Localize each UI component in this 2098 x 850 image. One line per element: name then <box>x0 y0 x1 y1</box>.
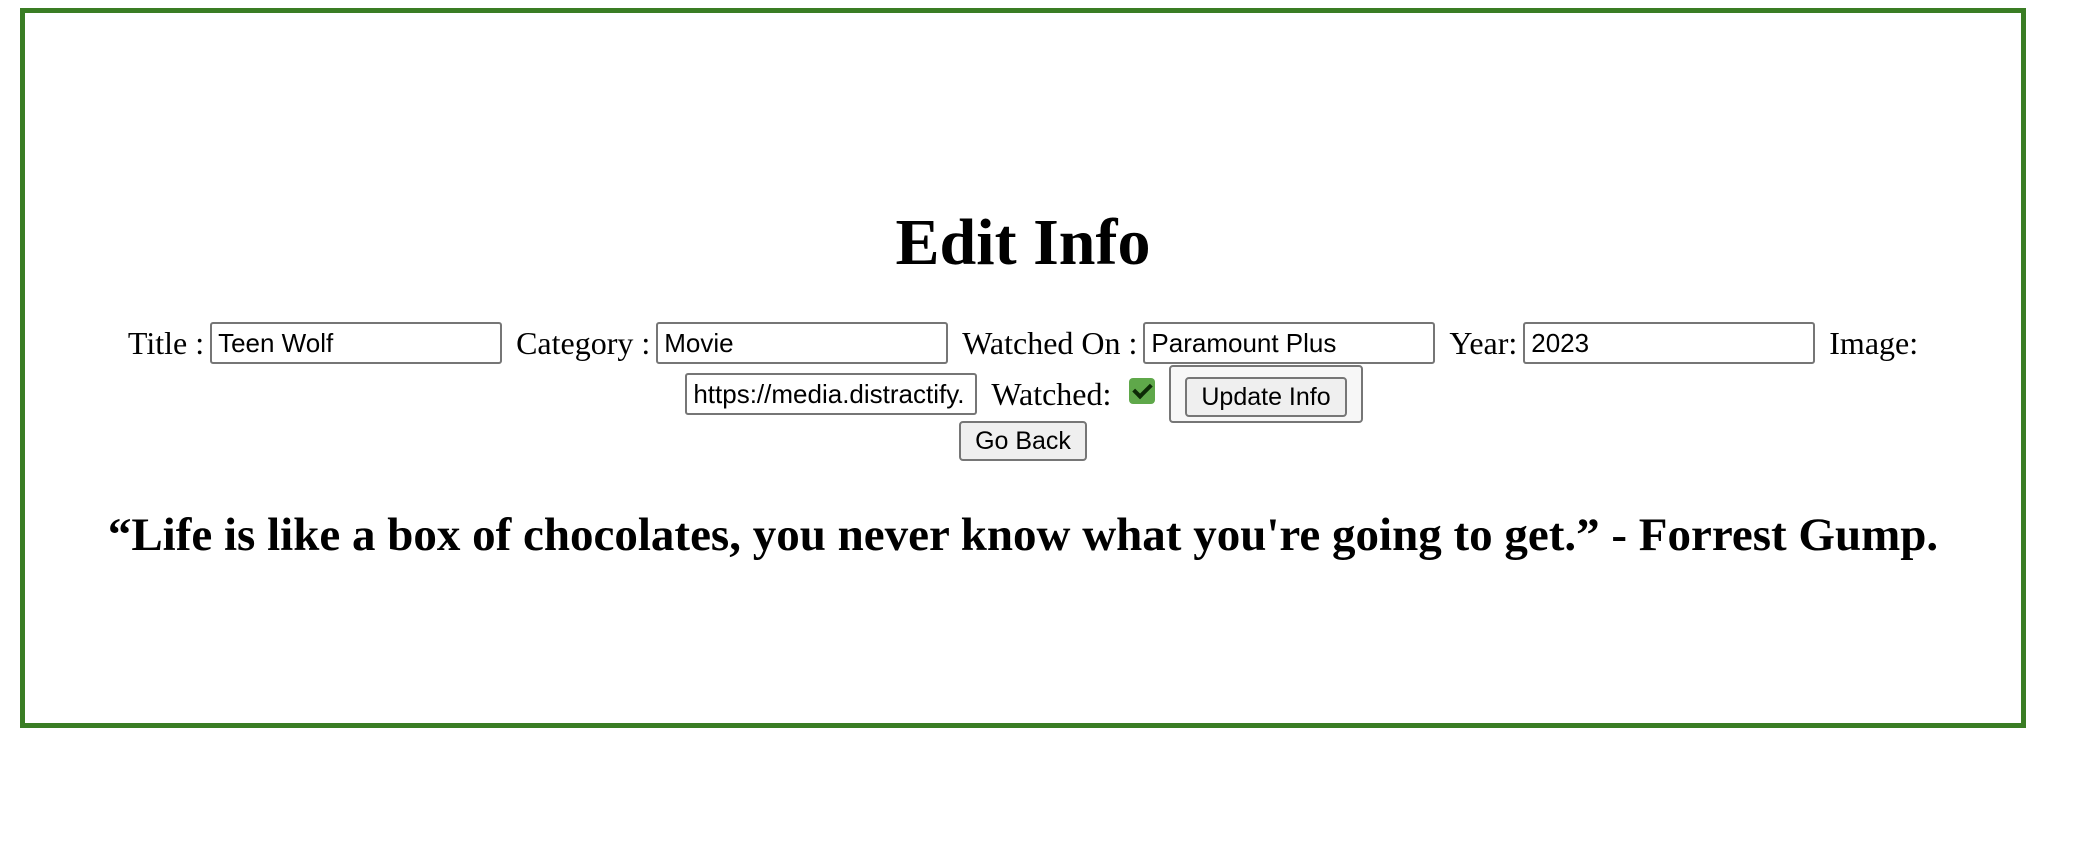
watched-label: Watched: <box>991 375 1112 412</box>
edit-form-row-2: https://media.distractify. Watched: Updat… <box>25 365 2021 423</box>
year-label: Year: <box>1449 324 1518 361</box>
title-label: Title : <box>127 324 205 361</box>
category-label: Category : <box>516 324 651 361</box>
image-label: Image: <box>1829 324 1919 361</box>
category-input[interactable]: Movie <box>656 321 949 364</box>
page-title: Edit Info <box>895 206 1151 279</box>
update-button-outline: Update Info <box>1169 365 1363 423</box>
year-input[interactable]: 2023 <box>1523 321 1816 364</box>
edit-form-row-1: Title : Teen Wolf Category : Movie Watched… <box>25 317 2021 365</box>
checkmark-icon <box>1132 378 1154 400</box>
watched-checkbox[interactable] <box>1129 377 1156 404</box>
watched-on-label: Watched On : <box>962 324 1138 361</box>
edit-form-row-3: Go Back <box>25 415 2021 461</box>
update-info-button[interactable]: Update Info <box>1185 376 1347 417</box>
image-input[interactable]: https://media.distractify. <box>685 372 978 415</box>
watched-on-input[interactable]: Paramount Plus <box>1143 321 1436 364</box>
go-back-button[interactable]: Go Back <box>959 420 1087 461</box>
quote-text: “Life is like a box of chocolates, you n… <box>107 509 1939 561</box>
content-frame: Edit Info Title : Teen Wolf Category : Mov… <box>20 8 2026 728</box>
title-input[interactable]: Teen Wolf <box>210 321 503 364</box>
